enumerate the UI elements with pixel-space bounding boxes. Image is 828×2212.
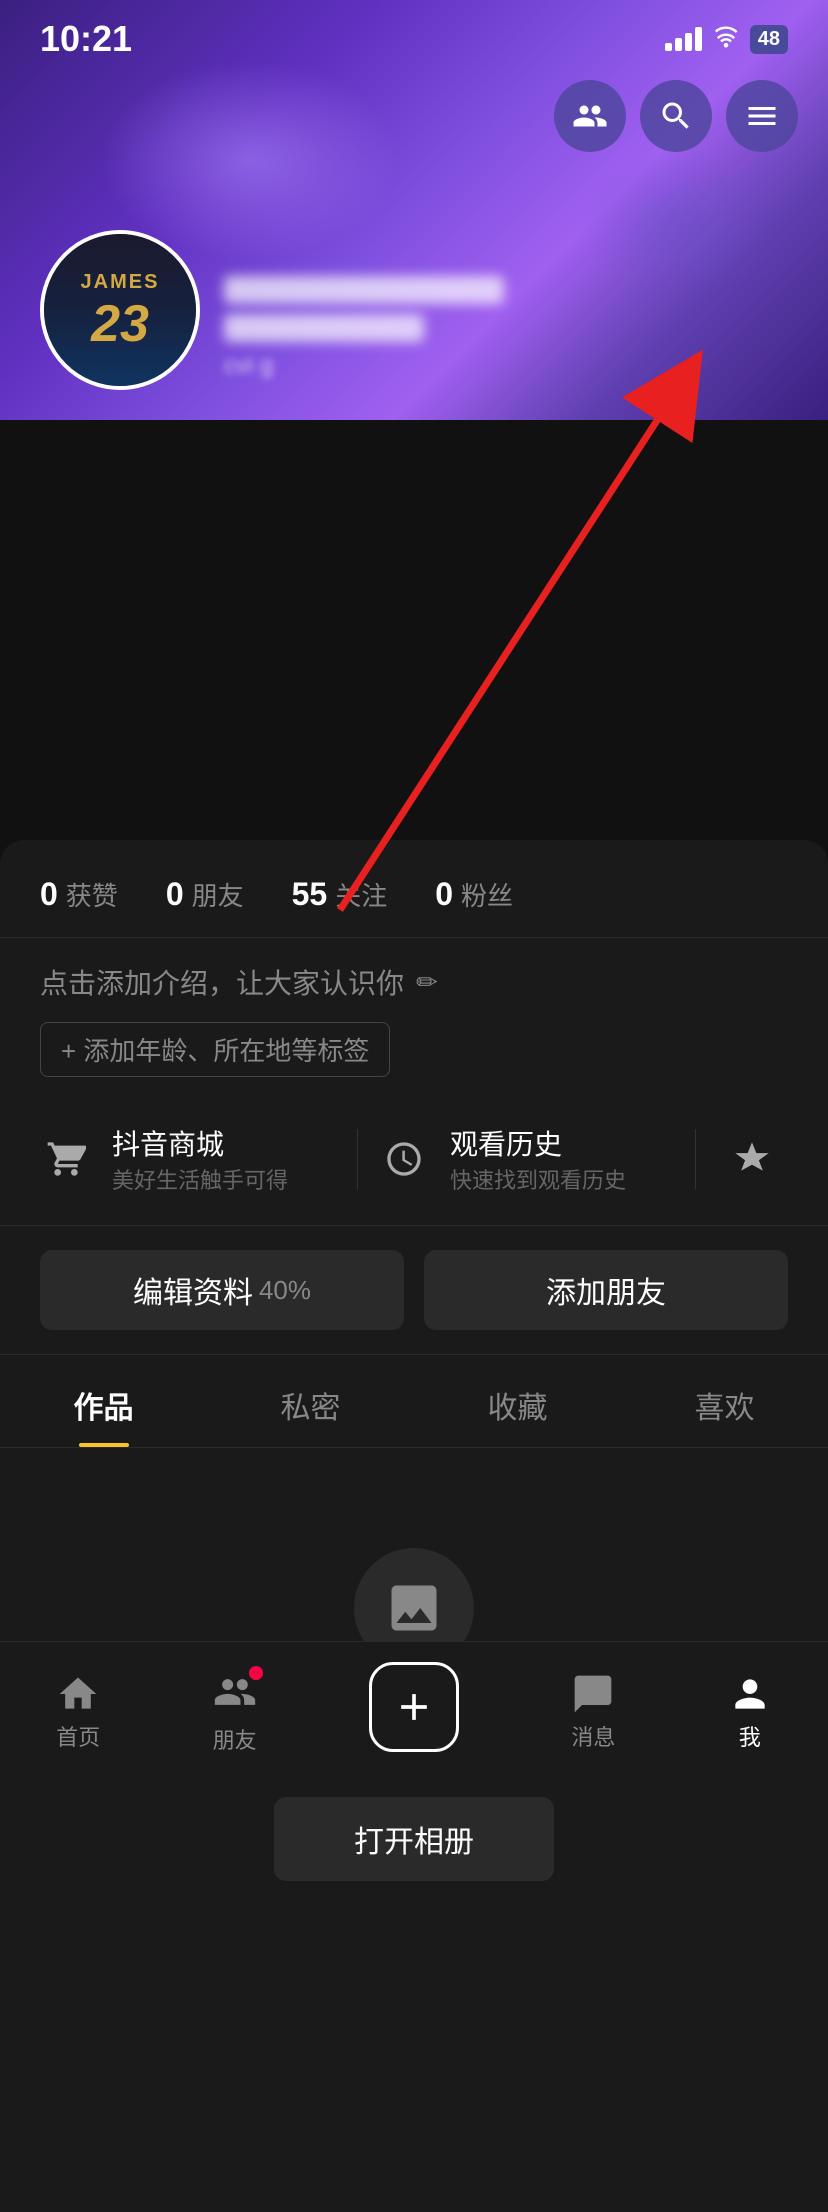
photo-icon — [384, 1578, 444, 1638]
status-icons: 48 — [665, 24, 788, 55]
tab-works[interactable]: 作品 — [0, 1355, 207, 1447]
bio-text[interactable]: 点击添加介绍，让大家认识你 ✏ — [40, 962, 788, 1002]
tabs-row: 作品 私密 收藏 喜欢 — [0, 1355, 828, 1448]
action-buttons: 编辑资料 40% 添加朋友 — [0, 1226, 828, 1355]
main-content: 0 获赞 0 朋友 55 关注 0 粉丝 点击添加介绍，让大家认识你 ✏ + 添… — [0, 840, 828, 2212]
tab-likes[interactable]: 喜欢 — [621, 1355, 828, 1447]
cart-icon — [40, 1133, 92, 1185]
tab-works-label: 作品 — [74, 1392, 134, 1425]
menu-icon — [744, 98, 780, 134]
following-count: 55 — [292, 876, 328, 913]
mall-link[interactable]: 抖音商城 美好生活触手可得 — [40, 1113, 337, 1205]
edit-percent: 40% — [259, 1275, 311, 1306]
edit-icon: ✏ — [416, 967, 438, 998]
history-title: 观看历史 — [450, 1123, 626, 1163]
nav-home-label: 首页 — [56, 1720, 100, 1752]
stat-fans[interactable]: 0 粉丝 — [435, 876, 513, 913]
nav-friends-label: 朋友 — [213, 1723, 257, 1755]
username-blurred: cvi g — [224, 276, 504, 380]
tab-collect[interactable]: 收藏 — [414, 1355, 621, 1447]
links-divider — [357, 1129, 358, 1189]
tab-collect-label: 收藏 — [488, 1392, 548, 1425]
star-icon — [726, 1133, 778, 1185]
add-tag-button[interactable]: + 添加年龄、所在地等标签 — [40, 1022, 390, 1077]
nav-profile[interactable]: 我 — [728, 1672, 772, 1752]
search-button[interactable] — [640, 80, 712, 152]
nav-create[interactable] — [369, 1662, 459, 1762]
edit-profile-button[interactable]: 编辑资料 40% — [40, 1250, 404, 1330]
friends-count: 0 — [166, 876, 184, 913]
friends-icon — [572, 98, 608, 134]
top-actions — [554, 80, 798, 152]
tag-placeholder: + 添加年龄、所在地等标签 — [61, 1031, 369, 1068]
user-id: cvi g — [224, 352, 504, 380]
create-button[interactable] — [369, 1662, 459, 1752]
bio-placeholder: 点击添加介绍，让大家认识你 — [40, 962, 404, 1002]
links-divider2 — [695, 1129, 696, 1189]
add-friend-button[interactable]: 添加朋友 — [424, 1250, 788, 1330]
jersey-name: JAMES — [81, 271, 160, 294]
history-subtitle: 快速找到观看历史 — [450, 1163, 626, 1195]
jersey-number: 23 — [91, 298, 149, 350]
messages-icon — [571, 1672, 615, 1716]
nav-messages-label: 消息 — [571, 1720, 615, 1752]
more-link[interactable] — [716, 1133, 788, 1185]
nav-profile-label: 我 — [739, 1720, 761, 1752]
status-bar: 10:21 48 — [0, 0, 828, 70]
history-link[interactable]: 观看历史 快速找到观看历史 — [378, 1113, 675, 1205]
home-icon — [56, 1672, 100, 1716]
mall-text: 抖音商城 美好生活触手可得 — [112, 1123, 288, 1195]
open-album-button[interactable]: 打开相册 — [274, 1797, 554, 1881]
friends-button[interactable] — [554, 80, 626, 152]
quick-links: 抖音商城 美好生活触手可得 观看历史 快速找到观看历史 — [0, 1093, 828, 1226]
plus-icon — [392, 1685, 436, 1729]
stat-following[interactable]: 55 关注 — [292, 876, 388, 913]
bottom-nav: 首页 朋友 消息 我 — [0, 1641, 828, 1792]
nav-home[interactable]: 首页 — [56, 1672, 100, 1752]
signal-icon — [665, 27, 702, 51]
history-text: 观看历史 快速找到观看历史 — [450, 1123, 626, 1195]
avatar[interactable]: JAMES 23 — [40, 230, 200, 390]
fans-label: 粉丝 — [461, 876, 513, 913]
following-label: 关注 — [335, 876, 387, 913]
wifi-icon — [712, 24, 740, 55]
mall-title: 抖音商城 — [112, 1123, 288, 1163]
likes-count: 0 — [40, 876, 58, 913]
nav-friends[interactable]: 朋友 — [213, 1670, 257, 1755]
tab-private[interactable]: 私密 — [207, 1355, 414, 1447]
profile-area: JAMES 23 cvi g — [40, 230, 504, 390]
search-icon — [658, 98, 694, 134]
tab-private-label: 私密 — [281, 1392, 341, 1425]
add-friend-label: 添加朋友 — [546, 1268, 666, 1312]
nav-messages[interactable]: 消息 — [571, 1672, 615, 1752]
stat-likes: 0 获赞 — [40, 876, 118, 913]
friends-notification-dot — [249, 1666, 263, 1680]
fans-count: 0 — [435, 876, 453, 913]
battery-indicator: 48 — [750, 25, 788, 54]
edit-profile-label: 编辑资料 — [133, 1268, 253, 1312]
likes-label: 获赞 — [66, 876, 118, 913]
mall-subtitle: 美好生活触手可得 — [112, 1163, 288, 1195]
friends-label: 朋友 — [192, 876, 244, 913]
profile-icon — [728, 1672, 772, 1716]
open-album-label: 打开相册 — [354, 1826, 474, 1859]
stats-row: 0 获赞 0 朋友 55 关注 0 粉丝 — [0, 840, 828, 938]
stat-friends: 0 朋友 — [166, 876, 244, 913]
clock-icon — [378, 1133, 430, 1185]
status-time: 10:21 — [40, 18, 132, 60]
bio-section: 点击添加介绍，让大家认识你 ✏ + 添加年龄、所在地等标签 — [0, 938, 828, 1093]
tab-likes-label: 喜欢 — [695, 1392, 755, 1425]
menu-button[interactable] — [726, 80, 798, 152]
